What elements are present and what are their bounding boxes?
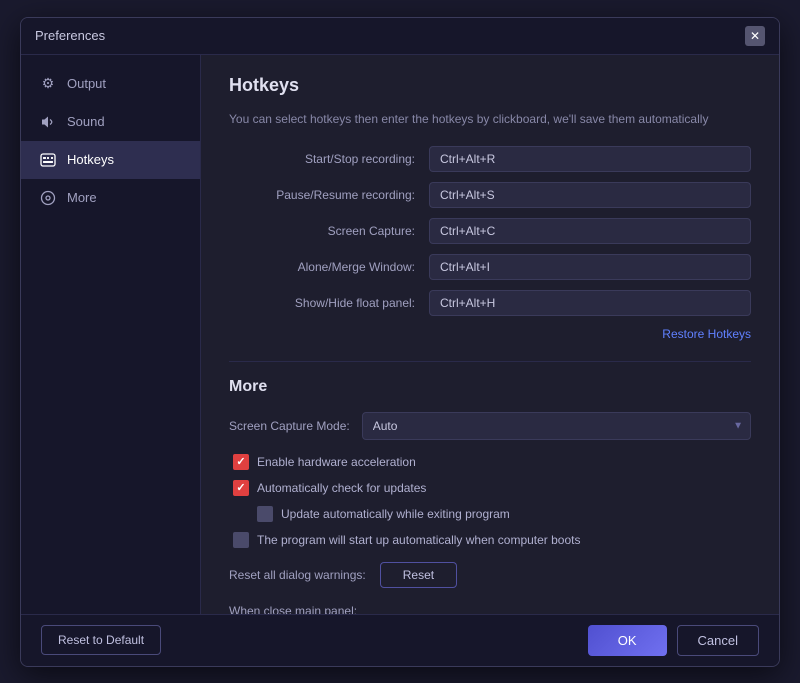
reset-to-default-button[interactable]: Reset to Default xyxy=(41,625,161,655)
hotkey-label-screen-capture: Screen Capture: xyxy=(229,224,429,238)
hotkey-input-pause-resume[interactable] xyxy=(429,182,751,208)
close-panel-label: When close main panel: xyxy=(229,604,751,614)
sidebar-item-label-sound: Sound xyxy=(67,114,105,129)
hotkey-row-start-stop: Start/Stop recording: xyxy=(229,146,751,172)
checkbox-label-auto-update: Automatically check for updates xyxy=(257,481,426,495)
checkbox-label-update-exit: Update automatically while exiting progr… xyxy=(281,507,510,521)
checkmark-icon: ✓ xyxy=(236,455,245,468)
checkbox-row-hw-accel: ✓ Enable hardware acceleration xyxy=(229,454,751,470)
restore-hotkeys-link[interactable]: Restore Hotkeys xyxy=(662,327,751,341)
main-content: Hotkeys You can select hotkeys then ente… xyxy=(201,55,779,614)
hotkey-label-start-stop: Start/Stop recording: xyxy=(229,152,429,166)
hotkey-row-show-hide: Show/Hide float panel: xyxy=(229,290,751,316)
cancel-button[interactable]: Cancel xyxy=(677,625,759,656)
hotkeys-description: You can select hotkeys then enter the ho… xyxy=(229,110,751,128)
checkmark-icon-2: ✓ xyxy=(236,481,245,494)
checkbox-label-auto-start: The program will start up automatically … xyxy=(257,533,580,547)
more-section-title: More xyxy=(229,361,751,396)
sidebar: ⚙ Output Sound xyxy=(21,55,201,614)
capture-mode-label: Screen Capture Mode: xyxy=(229,419,350,433)
dialog-body: ⚙ Output Sound xyxy=(21,55,779,614)
sidebar-item-label-hotkeys: Hotkeys xyxy=(67,152,114,167)
hotkey-label-alone-merge: Alone/Merge Window: xyxy=(229,260,429,274)
checkbox-row-update-exit: Update automatically while exiting progr… xyxy=(229,506,751,522)
checkbox-row-auto-start: The program will start up automatically … xyxy=(229,532,751,548)
reset-label: Reset all dialog warnings: xyxy=(229,568,366,582)
sidebar-item-sound[interactable]: Sound xyxy=(21,103,200,141)
checkbox-auto-start[interactable] xyxy=(233,532,249,548)
sidebar-item-hotkeys[interactable]: Hotkeys xyxy=(21,141,200,179)
checkbox-row-auto-update: ✓ Automatically check for updates xyxy=(229,480,751,496)
reset-row: Reset all dialog warnings: Reset xyxy=(229,562,751,588)
hotkey-input-show-hide[interactable] xyxy=(429,290,751,316)
hotkey-input-alone-merge[interactable] xyxy=(429,254,751,280)
title-bar: Preferences ✕ xyxy=(21,18,779,55)
dialog-footer: Reset to Default OK Cancel xyxy=(21,614,779,666)
more-icon xyxy=(39,189,57,207)
hotkeys-section-title: Hotkeys xyxy=(229,75,751,96)
sidebar-item-label-output: Output xyxy=(67,76,106,91)
checkbox-update-exit[interactable] xyxy=(257,506,273,522)
close-button[interactable]: ✕ xyxy=(745,26,765,46)
hotkey-input-screen-capture[interactable] xyxy=(429,218,751,244)
restore-link-container: Restore Hotkeys xyxy=(229,326,751,341)
sidebar-item-label-more: More xyxy=(67,190,97,205)
capture-mode-row: Screen Capture Mode: Auto GDI DXGI ▼ xyxy=(229,412,751,440)
checkbox-auto-update[interactable]: ✓ xyxy=(233,480,249,496)
hotkeys-icon xyxy=(39,151,57,169)
hotkey-label-pause-resume: Pause/Resume recording: xyxy=(229,188,429,202)
capture-mode-select[interactable]: Auto GDI DXGI xyxy=(362,412,751,440)
hotkey-input-start-stop[interactable] xyxy=(429,146,751,172)
reset-dialog-warnings-button[interactable]: Reset xyxy=(380,562,457,588)
sidebar-item-output[interactable]: ⚙ Output xyxy=(21,65,200,103)
preferences-dialog: Preferences ✕ ⚙ Output Sound xyxy=(20,17,780,667)
sidebar-item-more[interactable]: More xyxy=(21,179,200,217)
hotkey-row-screen-capture: Screen Capture: xyxy=(229,218,751,244)
hotkey-label-show-hide: Show/Hide float panel: xyxy=(229,296,429,310)
hotkey-row-pause-resume: Pause/Resume recording: xyxy=(229,182,751,208)
sound-icon xyxy=(39,113,57,131)
dialog-title: Preferences xyxy=(35,28,105,43)
checkbox-label-hw-accel: Enable hardware acceleration xyxy=(257,455,416,469)
ok-button[interactable]: OK xyxy=(588,625,667,656)
footer-right: OK Cancel xyxy=(588,625,759,656)
capture-mode-select-wrapper: Auto GDI DXGI ▼ xyxy=(362,412,751,440)
hotkey-row-alone-merge: Alone/Merge Window: xyxy=(229,254,751,280)
output-icon: ⚙ xyxy=(39,75,57,93)
checkbox-hw-accel[interactable]: ✓ xyxy=(233,454,249,470)
